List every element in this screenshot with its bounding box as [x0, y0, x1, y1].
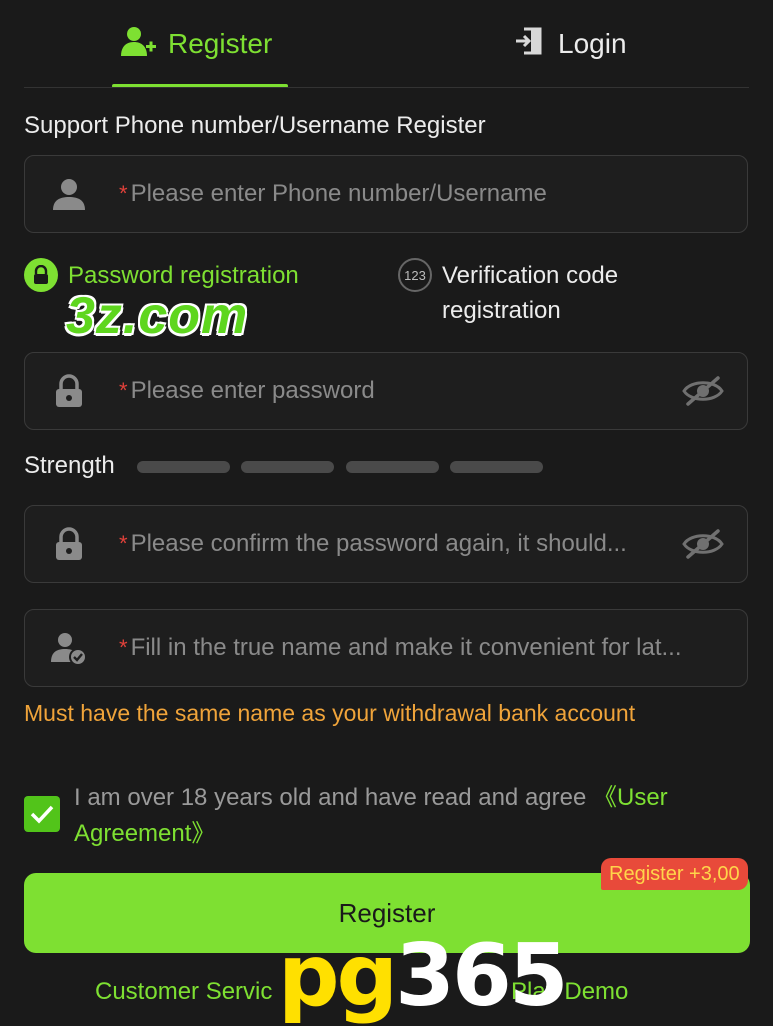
required-mark: * — [119, 378, 128, 403]
add-user-icon — [120, 25, 156, 64]
login-door-icon — [514, 25, 546, 64]
brand-logo-part-a: pg — [278, 926, 398, 1026]
section-title: Support Phone number/Username Register — [24, 112, 486, 139]
tab-login[interactable]: Login — [514, 22, 627, 66]
confirm-password-field: * — [24, 505, 748, 583]
user-icon — [49, 174, 89, 214]
agreement-checkbox[interactable] — [24, 796, 60, 832]
lock-icon — [49, 524, 89, 564]
required-mark: * — [119, 635, 128, 660]
confirm-password-input[interactable] — [130, 530, 681, 558]
verification-code-option[interactable]: 123 Verification code registration — [398, 258, 678, 328]
tab-register-label: Register — [168, 28, 273, 59]
brand-logo-part-b: 365 — [395, 926, 569, 1026]
eye-off-icon[interactable] — [681, 524, 725, 564]
password-input[interactable] — [130, 377, 681, 405]
username-field: * — [24, 155, 748, 233]
lock-icon — [49, 371, 89, 411]
agreement-row: I am over 18 years old and have read and… — [24, 780, 744, 852]
brand-logo: pg365 — [278, 926, 569, 1026]
agreement-text: I am over 18 years old and have read and… — [74, 780, 744, 852]
required-mark: * — [119, 531, 128, 556]
required-mark: * — [119, 181, 128, 206]
tab-login-label: Login — [558, 28, 627, 59]
tabs-divider — [24, 87, 749, 88]
strength-segment — [346, 461, 439, 473]
user-check-icon — [49, 628, 89, 668]
customer-service-link[interactable]: Customer Servic — [95, 978, 272, 1006]
strength-segment — [137, 461, 230, 473]
strength-segment — [450, 461, 543, 473]
real-name-field: * — [24, 609, 748, 687]
lock-badge-icon — [24, 258, 58, 292]
strength-label: Strength — [24, 452, 115, 479]
agreement-statement: I am over 18 years old and have read and… — [74, 784, 593, 811]
strength-segment — [241, 461, 334, 473]
watermark-text: 3z.com — [66, 287, 249, 345]
password-field: * — [24, 352, 748, 430]
eye-off-icon[interactable] — [681, 371, 725, 411]
real-name-input[interactable] — [130, 634, 747, 662]
username-input[interactable] — [130, 180, 747, 208]
register-bonus-badge: Register +3,00 — [601, 858, 748, 890]
name-warning: Must have the same name as your withdraw… — [24, 700, 636, 726]
check-icon — [30, 805, 54, 824]
number-badge-icon: 123 — [398, 258, 432, 292]
auth-tabs: Register Login — [0, 0, 773, 88]
tab-register[interactable]: Register — [120, 22, 272, 66]
verification-code-label: Verification code registration — [442, 262, 619, 324]
